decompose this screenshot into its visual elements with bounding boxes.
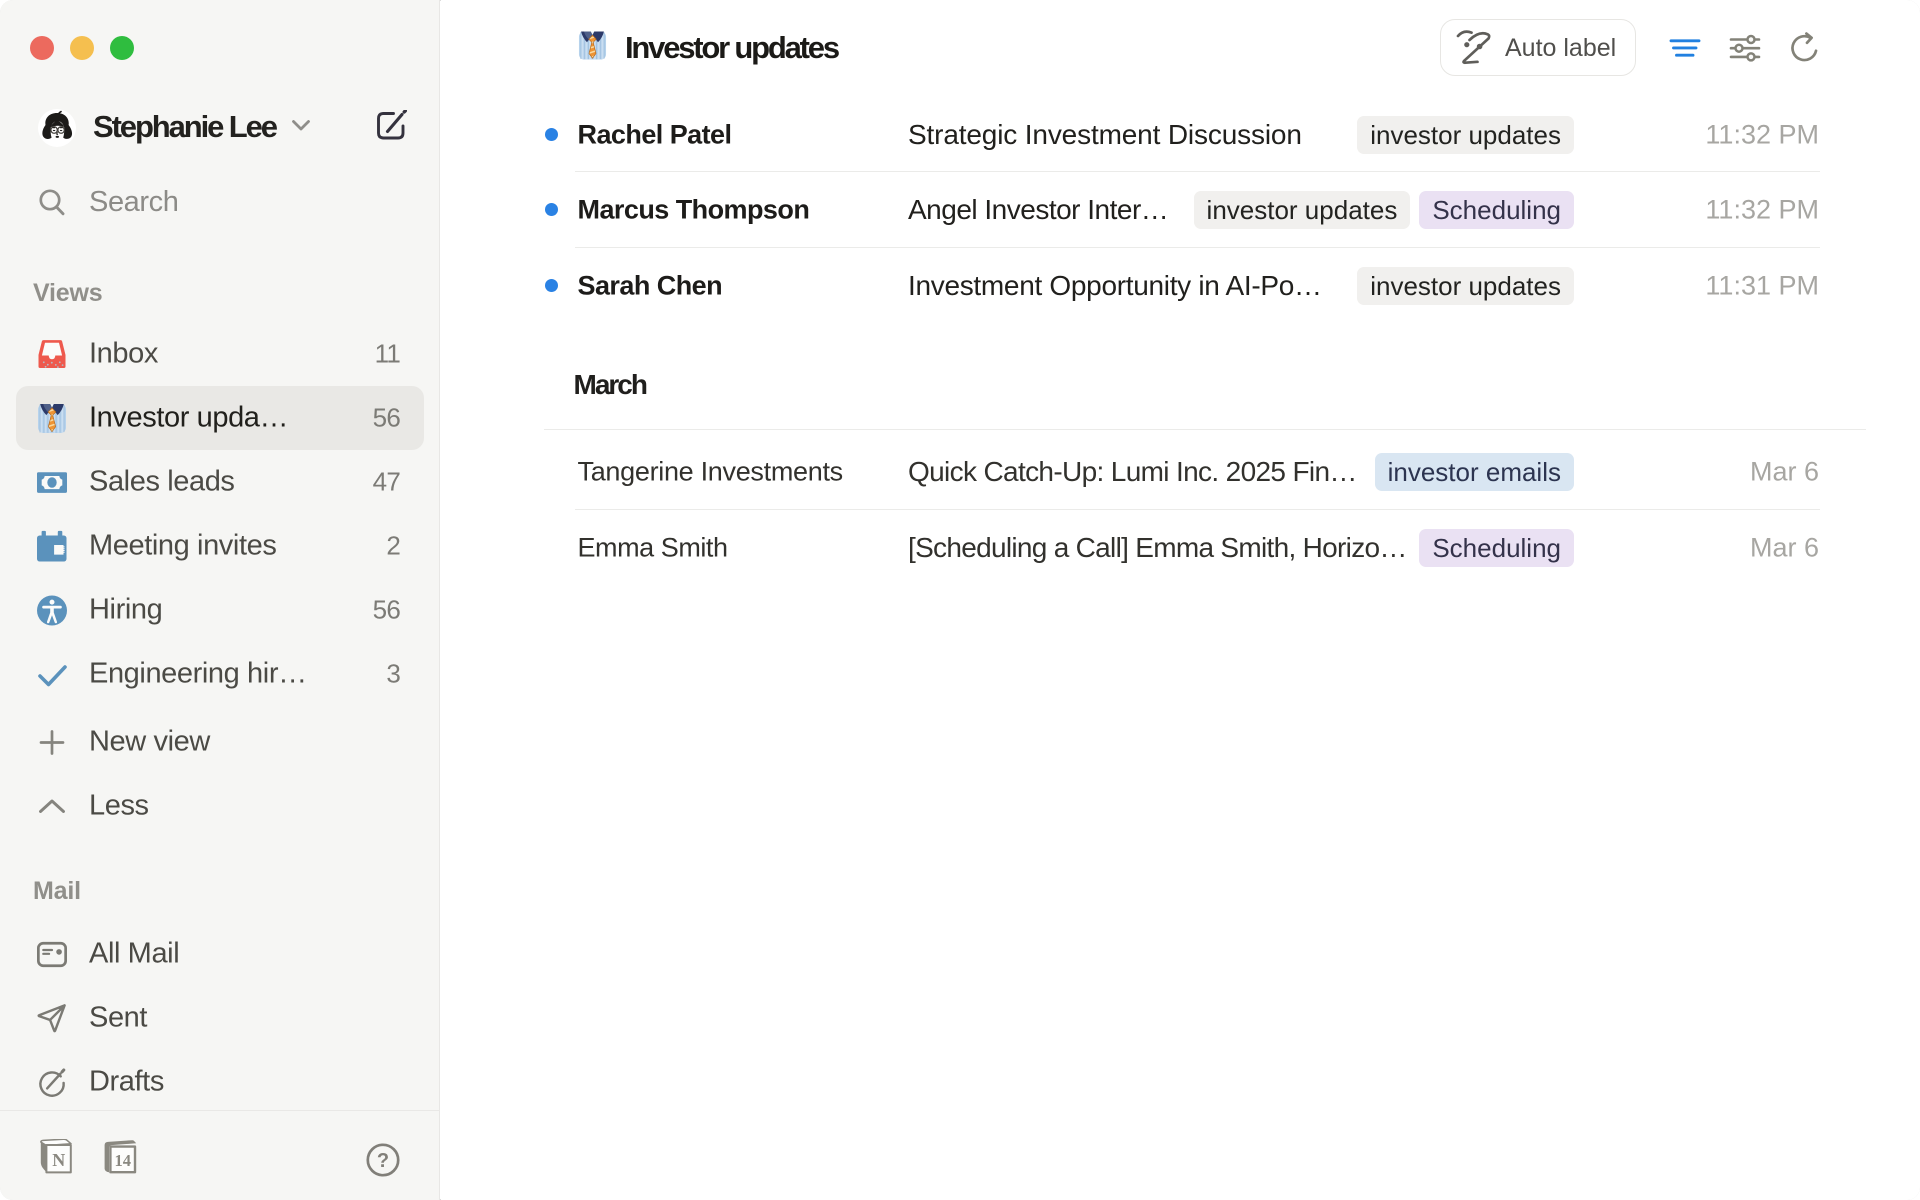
svg-text:14: 14 [115,1151,132,1170]
svg-text:N: N [52,1150,65,1170]
svg-text:?: ? [377,1150,389,1172]
